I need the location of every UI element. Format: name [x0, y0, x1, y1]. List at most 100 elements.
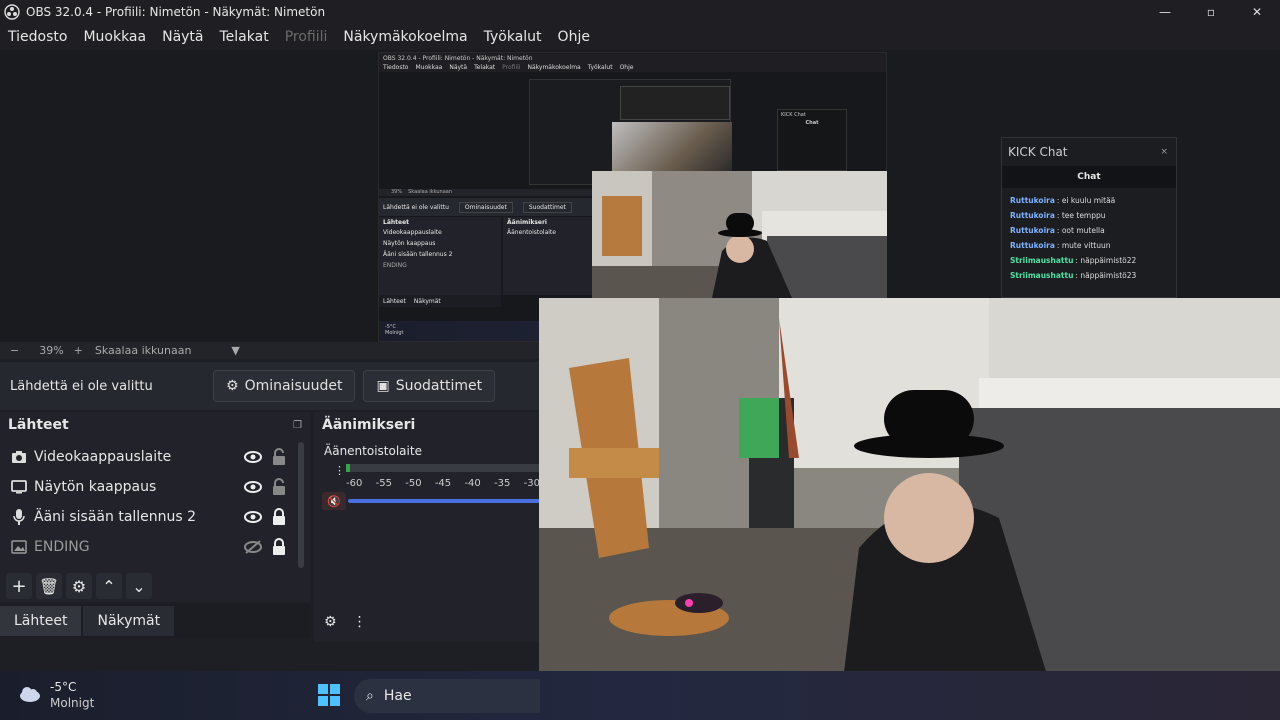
- kick-chat-window: KICK Chat × Chat Ruttukoira: ei kuulu mi…: [1001, 137, 1177, 298]
- camera-feed: [539, 298, 1280, 714]
- kick-chat-title: KICK Chat: [1008, 145, 1068, 159]
- menu-help[interactable]: Ohje: [550, 29, 598, 45]
- source-label: Ääni sisään tallennus 2: [34, 509, 197, 525]
- nested-kick-title: KICK Chat: [781, 112, 806, 118]
- meter-ticks: -60 -55 -50 -45 -40 -35 -30: [346, 478, 540, 489]
- nested-tab-scenes: Näkymät: [413, 297, 441, 305]
- chat-user: Striimaushattu: [1010, 271, 1074, 280]
- menu-tools[interactable]: Työkalut: [476, 29, 550, 45]
- camera-icon: [10, 448, 28, 466]
- chevron-down-icon[interactable]: ▼: [231, 344, 239, 357]
- chevron-up-icon: ⌃: [102, 576, 116, 596]
- menu-scene-collection[interactable]: Näkymäkokoelma: [335, 29, 475, 45]
- chat-text: ei kuulu mitää: [1061, 196, 1116, 205]
- meter-tick: -30: [523, 478, 540, 489]
- mixer-menu-icon[interactable]: ⋮: [334, 464, 345, 477]
- menu-profile[interactable]: Profiili: [277, 29, 336, 45]
- windows-taskbar: -5°C Molnigt ⌕ Hae: [0, 671, 1280, 720]
- sources-scrollbar[interactable]: [298, 442, 304, 568]
- eye-icon[interactable]: [244, 449, 262, 465]
- nested-mixer-channel: Äänentoistolaite: [507, 229, 556, 236]
- meter-tick: -55: [375, 478, 392, 489]
- zoom-in-button[interactable]: +: [74, 344, 83, 357]
- zoom-out-button[interactable]: −: [10, 344, 19, 357]
- mute-speaker-icon[interactable]: 🔇: [322, 492, 346, 510]
- lock-icon[interactable]: [272, 538, 286, 556]
- nested-tab-sources: Lähteet: [383, 297, 406, 305]
- windows-start-icon[interactable]: [318, 684, 340, 706]
- chat-message: Ruttukoira: mute vittuun: [1010, 241, 1111, 250]
- close-button[interactable]: ✕: [1234, 0, 1280, 23]
- minimize-button[interactable]: —: [1142, 0, 1188, 23]
- eye-icon[interactable]: [244, 509, 262, 525]
- search-placeholder: Hae: [383, 688, 412, 704]
- undock-icon[interactable]: ❐: [293, 420, 302, 431]
- menu-file[interactable]: Tiedosto: [0, 29, 75, 45]
- meter-tick: -40: [464, 478, 481, 489]
- mixer-more-icon[interactable]: ⋮: [353, 614, 367, 630]
- nested-source-item: Videokaappauslaite: [383, 229, 442, 236]
- eye-off-icon[interactable]: [244, 539, 262, 555]
- mixer-title: Äänimikseri: [322, 417, 416, 433]
- volume-meter: [346, 464, 540, 472]
- cloud-icon: [18, 685, 42, 703]
- search-icon: ⌕: [366, 688, 374, 704]
- image-icon: [10, 538, 28, 556]
- add-source-button[interactable]: +: [6, 573, 32, 599]
- nested-camera-feed: [592, 171, 887, 298]
- meter-tick: -35: [494, 478, 511, 489]
- tab-scenes[interactable]: Näkymät: [83, 606, 175, 636]
- move-up-button[interactable]: ⌃: [96, 573, 122, 599]
- nested-zoom-level: 39%: [391, 189, 403, 195]
- audio-mixer-dock: Äänimikseri Äänentoistolaite ⋮ -60 -55 -…: [314, 412, 540, 642]
- unlock-icon[interactable]: [272, 448, 286, 466]
- unlock-icon[interactable]: [272, 478, 286, 496]
- tab-sources[interactable]: Lähteet: [0, 606, 82, 636]
- monitor-icon: [10, 478, 28, 496]
- remove-source-button[interactable]: 🗑: [36, 573, 62, 599]
- volume-slider[interactable]: [348, 499, 540, 503]
- chat-text: oot mutella: [1061, 226, 1105, 235]
- chat-user: Ruttukoira: [1010, 241, 1055, 250]
- menu-view[interactable]: Näytä: [154, 29, 211, 45]
- source-item[interactable]: ENDING: [0, 532, 310, 562]
- menu-bar: Tiedosto Muokkaa Näytä Telakat Profiili …: [0, 23, 1280, 50]
- nested-sources-dock: Lähteet Videokaappauslaite Näytön kaappa…: [379, 217, 501, 295]
- source-item[interactable]: Ääni sisään tallennus 2: [0, 502, 310, 532]
- eye-icon[interactable]: [244, 479, 262, 495]
- meter-tick: -45: [434, 478, 452, 489]
- nested-deeper-preview: [529, 79, 732, 185]
- nested-menu-item: Ohje: [619, 64, 634, 71]
- weather-condition[interactable]: Molnigt: [50, 696, 94, 710]
- menu-docks[interactable]: Telakat: [212, 29, 277, 45]
- kick-close-icon[interactable]: ×: [1160, 147, 1168, 157]
- dock-tabs: Lähteet Näkymät: [0, 604, 310, 638]
- source-properties-button[interactable]: ⚙: [66, 573, 92, 599]
- advanced-audio-icon[interactable]: ⚙: [324, 614, 337, 630]
- properties-label: Ominaisuudet: [244, 378, 343, 394]
- nested-kick-chat: KICK Chat Chat: [777, 109, 847, 171]
- chat-message: Ruttukoira: oot mutella: [1010, 226, 1105, 235]
- source-item[interactable]: Videokaappauslaite: [0, 442, 310, 472]
- sources-toolbar: + 🗑 ⚙ ⌃ ⌄: [0, 570, 310, 602]
- weather-temperature[interactable]: -5°C: [50, 680, 76, 694]
- kick-chat-subtitle: Chat: [1002, 166, 1176, 188]
- lock-icon[interactable]: [272, 508, 286, 526]
- nested-camera-image: [592, 171, 887, 298]
- filters-button[interactable]: ▣ Suodattimet: [363, 370, 496, 402]
- source-toolbar: Lähdettä ei ole valittu ⚙ Ominaisuudet ▣…: [0, 362, 540, 410]
- move-down-button[interactable]: ⌄: [126, 573, 152, 599]
- taskbar-search[interactable]: ⌕ Hae: [354, 679, 540, 713]
- source-label: Videokaappauslaite: [34, 449, 172, 465]
- menu-edit[interactable]: Muokkaa: [75, 29, 154, 45]
- source-item[interactable]: Näytön kaappaus: [0, 472, 310, 502]
- maximize-button[interactable]: ▫: [1188, 0, 1234, 23]
- source-label: Näytön kaappaus: [34, 479, 157, 495]
- nested-tabs: Lähteet Näkymät: [379, 295, 501, 307]
- sources-title: Lähteet: [8, 417, 69, 433]
- no-source-selected: Lähdettä ei ole valittu: [10, 378, 153, 394]
- chat-text: näppäimistö22: [1080, 256, 1137, 265]
- trash-icon: 🗑: [38, 576, 60, 596]
- filters-label: Suodattimet: [395, 378, 483, 394]
- properties-button[interactable]: ⚙ Ominaisuudet: [213, 370, 356, 402]
